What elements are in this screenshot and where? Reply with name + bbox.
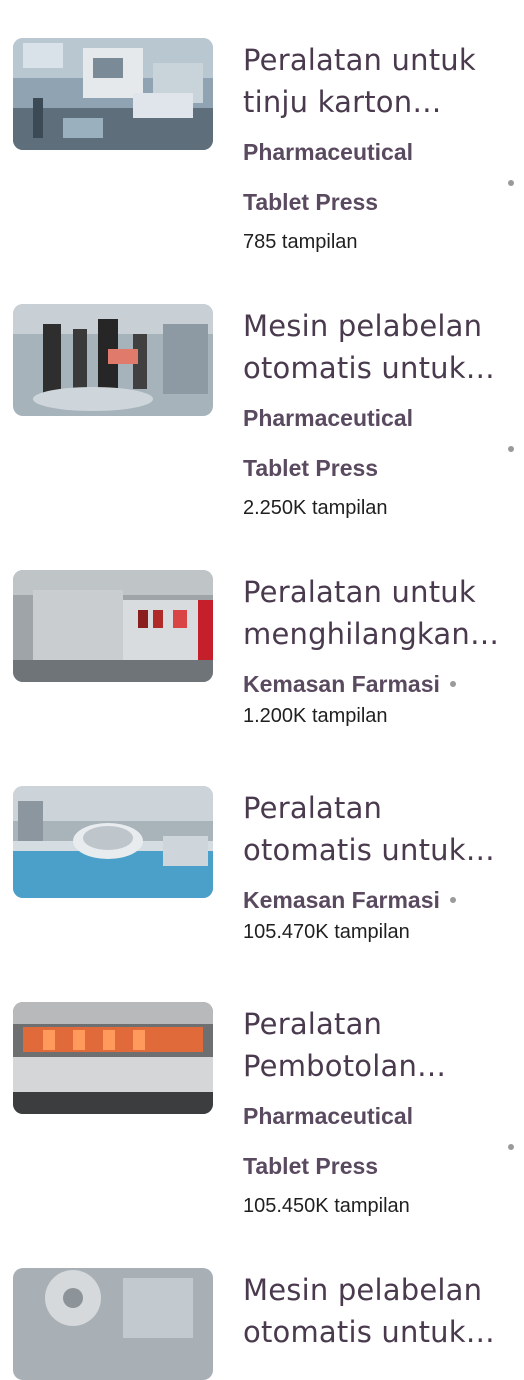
category-label-line1: Pharmaceutical bbox=[243, 139, 414, 165]
video-thumbnail[interactable] bbox=[13, 1002, 213, 1114]
view-count: 105.450K tampilan bbox=[243, 1195, 410, 1217]
video-thumbnail[interactable] bbox=[13, 1268, 213, 1380]
video-title[interactable]: Mesin pelabelan otomatis untuk… bbox=[243, 305, 505, 389]
view-count: 785 tampilan bbox=[243, 231, 358, 253]
category-label-line1: Pharmaceutical bbox=[243, 405, 414, 431]
video-title[interactable]: Peralatan Pembotolan dan… bbox=[243, 1003, 505, 1087]
separator-dot bbox=[508, 180, 514, 186]
video-thumbnail[interactable] bbox=[13, 304, 213, 416]
labeling-roll-thumbnail-icon bbox=[13, 1268, 213, 1380]
category-label-line1: Pharmaceutical bbox=[243, 1103, 414, 1129]
category-label-line2: Tablet Press bbox=[243, 189, 379, 215]
category-label: Kemasan Farmasi bbox=[243, 887, 440, 913]
video-thumbnail[interactable] bbox=[13, 570, 213, 682]
video-category[interactable]: Kemasan Farmasi bbox=[243, 659, 511, 709]
video-title[interactable]: Mesin pelabelan otomatis untuk… bbox=[243, 1269, 505, 1353]
video-title[interactable]: Peralatan otomatis untuk… bbox=[243, 787, 505, 871]
separator-dot bbox=[449, 896, 456, 903]
category-label-line2: Tablet Press bbox=[243, 455, 379, 481]
video-title[interactable]: Peralatan untuk tinju karton obat… bbox=[243, 39, 505, 123]
video-thumbnail[interactable] bbox=[13, 38, 213, 150]
category-label-line2: Tablet Press bbox=[243, 1153, 379, 1179]
video-category[interactable]: Pharmaceutical Tablet Press bbox=[243, 1091, 463, 1191]
separator-dot bbox=[449, 680, 456, 687]
video-thumbnail[interactable] bbox=[13, 786, 213, 898]
separator-dot bbox=[508, 1144, 514, 1150]
bottling-machine-thumbnail-icon bbox=[13, 1002, 213, 1114]
category-label: Kemasan Farmasi bbox=[243, 671, 440, 697]
video-title[interactable]: Peralatan untuk menghilangkan… bbox=[243, 571, 505, 655]
video-category[interactable]: Kemasan Farmasi bbox=[243, 875, 511, 925]
rotary-machine-thumbnail-icon bbox=[13, 786, 213, 898]
steel-machine-thumbnail-icon bbox=[13, 570, 213, 682]
view-count: 2.250K tampilan bbox=[243, 497, 388, 519]
video-category[interactable]: Pharmaceutical Tablet Press bbox=[243, 127, 463, 227]
separator-dot bbox=[508, 446, 514, 452]
video-category[interactable]: Pharmaceutical Tablet Press bbox=[243, 393, 463, 493]
factory-machine-thumbnail-icon bbox=[13, 38, 213, 150]
labeling-machine-thumbnail-icon bbox=[13, 304, 213, 416]
